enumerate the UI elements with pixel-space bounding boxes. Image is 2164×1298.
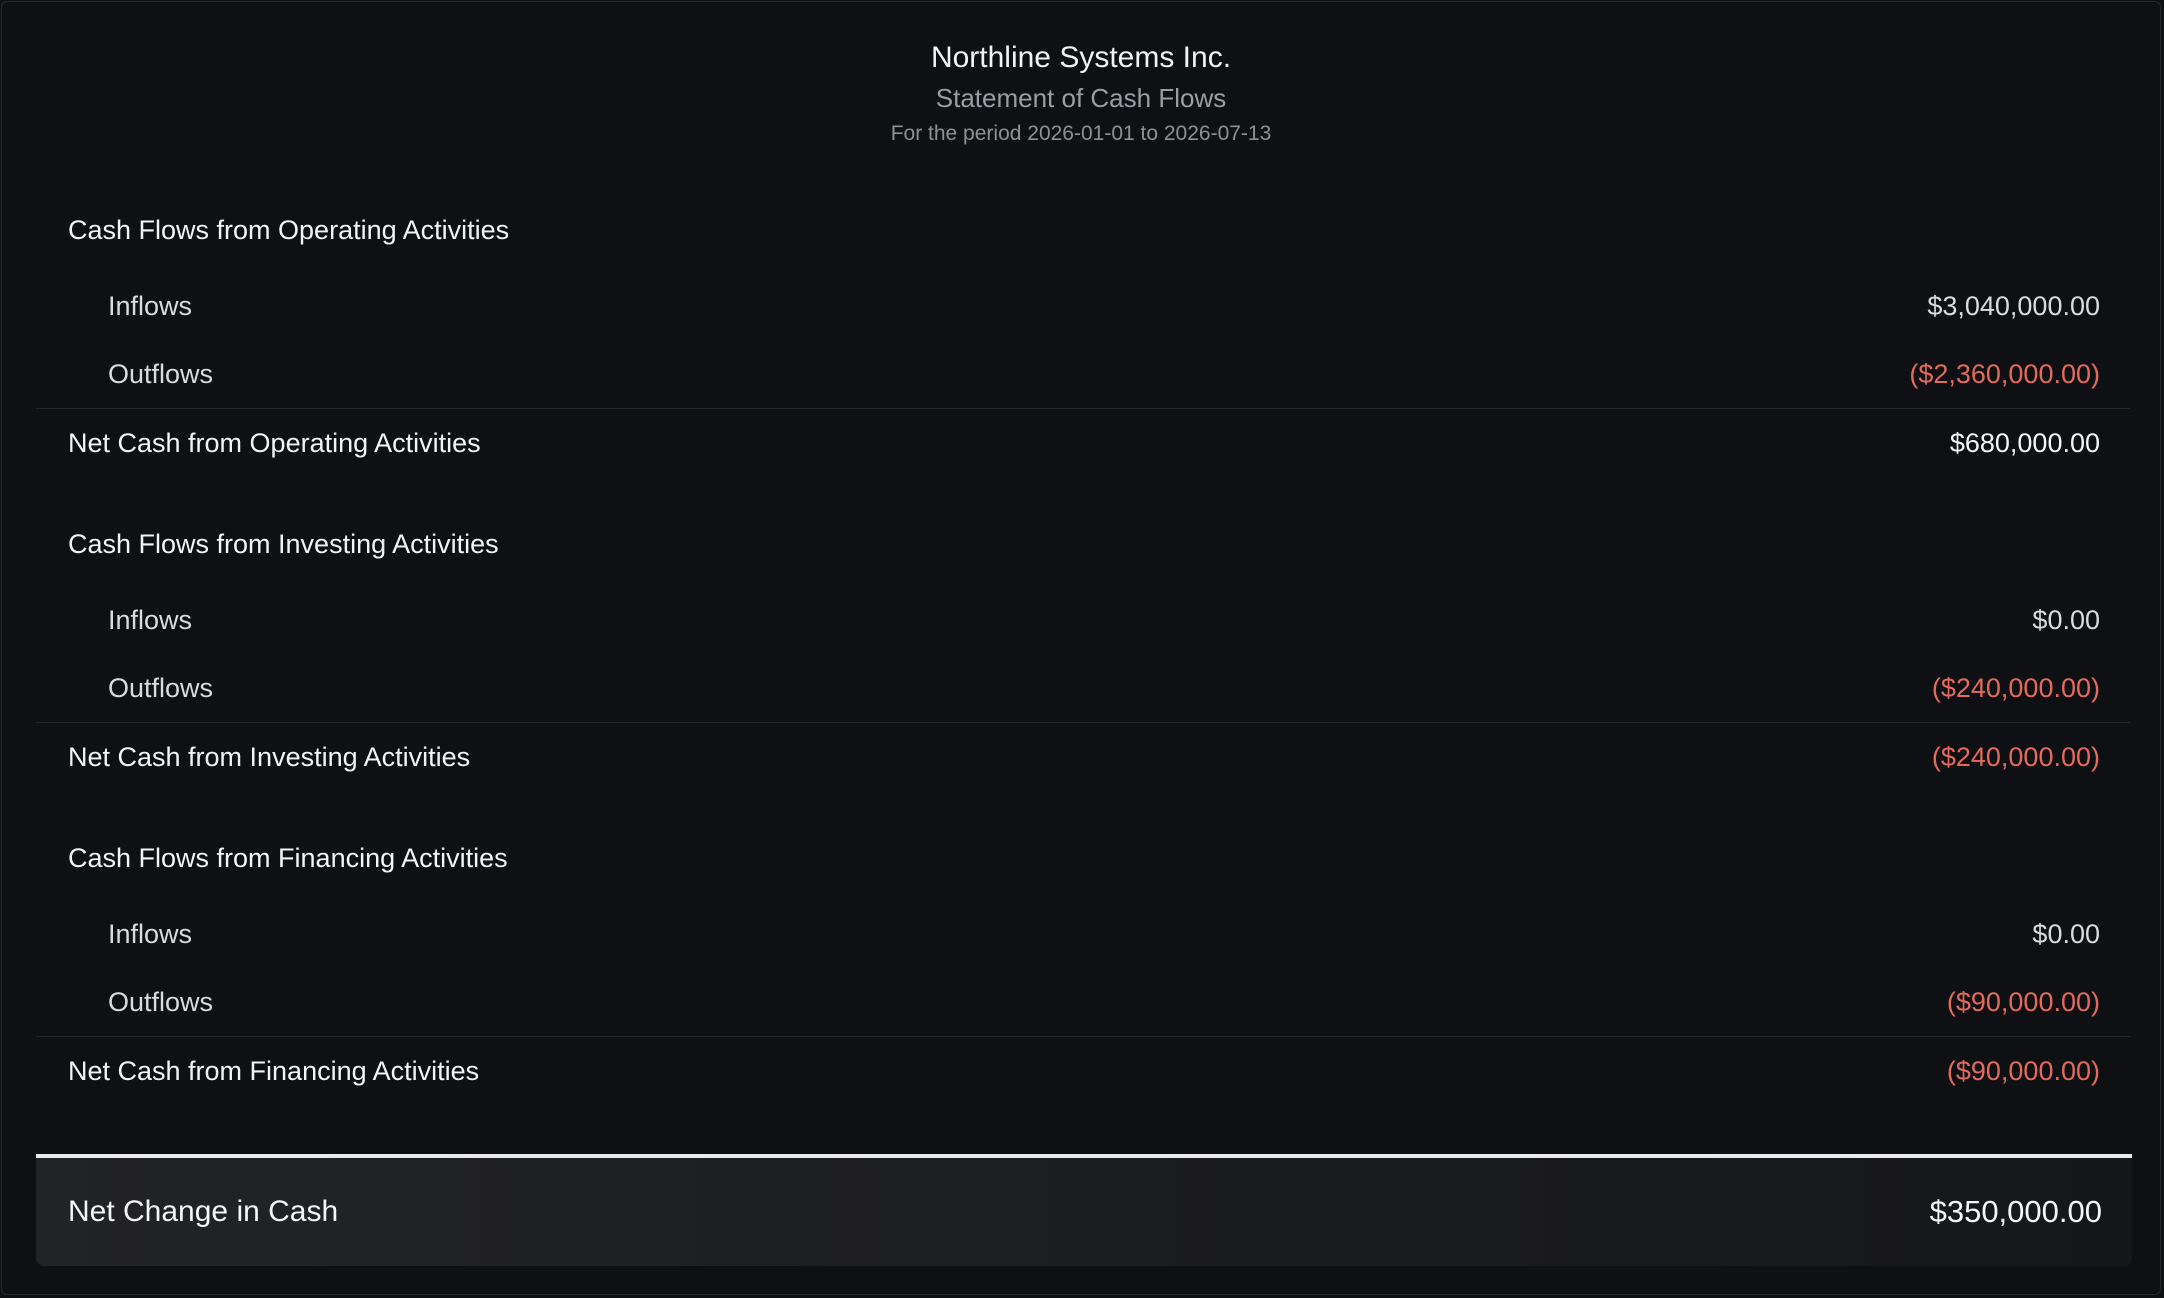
line-item-operating-outflows: Outflows ($2,360,000.00) [36,346,2130,402]
line-item-investing-outflows: Outflows ($240,000.00) [36,660,2130,716]
company-name: Northline Systems Inc. [930,41,1232,74]
total-label: Net Change in Cash [68,1195,339,1228]
line-item-amount: $0.00 [2032,604,2100,635]
line-item-investing-inflows: Inflows $0.00 [36,592,2130,648]
line-item-amount: ($240,000.00) [1931,672,2100,703]
subtotal-amount: ($90,000.00) [1946,1056,2100,1086]
net-change-total: Net Change in Cash $350,000.00 [36,1154,2132,1266]
total-amount: $350,000.00 [1929,1194,2102,1229]
subtotal-investing: Net Cash from Investing Activities ($240… [36,722,2130,792]
section-title-text: Cash Flows from Operating Activities [68,214,510,245]
line-item-label: Outflows [108,986,214,1017]
line-item-amount: $3,040,000.00 [1927,290,2100,321]
line-item-label: Inflows [108,604,193,635]
section-title-operating: Cash Flows from Operating Activities [36,202,2130,258]
cash-flow-statement: Northline Systems Inc. Statement of Cash… [1,1,2161,1295]
section-title-financing: Cash Flows from Financing Activities [36,830,2130,886]
statement-title: Statement of Cash Flows [935,83,1227,113]
line-item-financing-inflows: Inflows $0.00 [36,906,2130,962]
section-title-text: Cash Flows from Financing Activities [68,842,508,873]
subtotal-amount: $680,000.00 [1949,428,2100,458]
section-title-investing: Cash Flows from Investing Activities [36,516,2130,572]
subtotal-financing: Net Cash from Financing Activities ($90,… [36,1036,2130,1106]
line-item-amount: ($90,000.00) [1946,986,2100,1017]
subtotal-label: Net Cash from Operating Activities [68,428,481,458]
line-item-label: Outflows [108,672,214,703]
subtotal-label: Net Cash from Financing Activities [68,1056,480,1086]
subtotal-operating: Net Cash from Operating Activities $680,… [36,408,2130,478]
line-item-amount: ($2,360,000.00) [1909,358,2100,389]
line-item-operating-inflows: Inflows $3,040,000.00 [36,278,2130,334]
subtotal-amount: ($240,000.00) [1931,742,2100,772]
section-title-text: Cash Flows from Investing Activities [68,528,499,559]
line-item-financing-outflows: Outflows ($90,000.00) [36,974,2130,1030]
statement-period: For the period 2026-01-01 to 2026-07-13 [890,122,1272,145]
line-item-label: Outflows [108,358,214,389]
statement-header: Northline Systems Inc. Statement of Cash… [2,38,2160,150]
line-item-amount: $0.00 [2032,918,2100,949]
line-item-label: Inflows [108,918,193,949]
line-item-label: Inflows [108,290,193,321]
subtotal-label: Net Cash from Investing Activities [68,742,471,772]
